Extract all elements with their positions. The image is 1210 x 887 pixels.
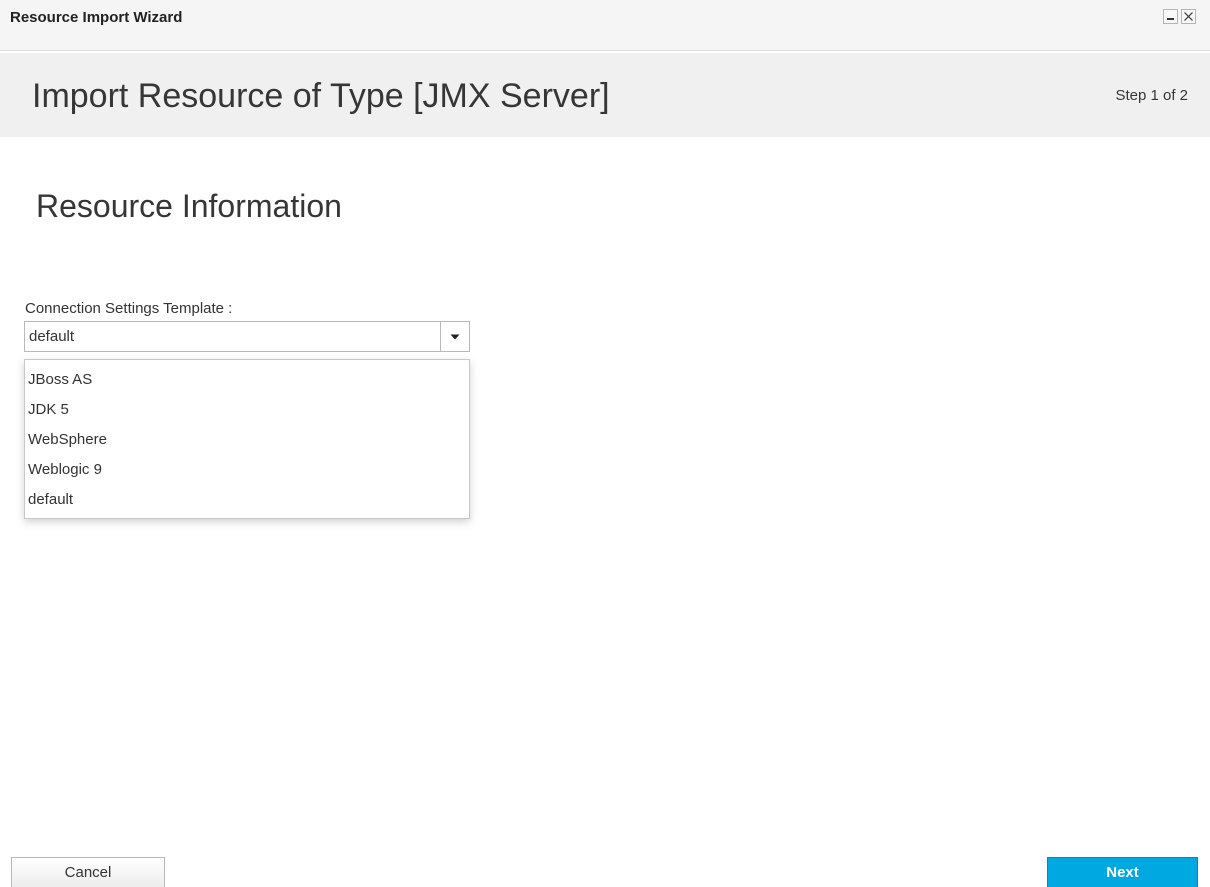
- dropdown-option-jboss-as[interactable]: JBoss AS: [25, 365, 469, 395]
- dropdown-option-weblogic-9[interactable]: Weblogic 9: [25, 455, 469, 485]
- minimize-button[interactable]: [1163, 9, 1178, 24]
- minimize-icon: [1167, 18, 1174, 20]
- close-icon: [1184, 12, 1193, 21]
- step-indicator: Step 1 of 2: [1115, 87, 1188, 104]
- wizard-header: Import Resource of Type [JMX Server] Ste…: [0, 53, 1210, 137]
- caret-down-icon: [450, 334, 460, 339]
- cancel-button[interactable]: Cancel: [11, 857, 165, 887]
- wizard-title: Import Resource of Type [JMX Server]: [32, 77, 610, 115]
- dropdown-option-websphere[interactable]: WebSphere: [25, 425, 469, 455]
- next-button[interactable]: Next: [1047, 857, 1198, 887]
- connection-template-value: default: [29, 328, 75, 345]
- section-title: Resource Information: [36, 188, 342, 224]
- connection-template-select[interactable]: default: [24, 321, 470, 352]
- window-title: Resource Import Wizard: [10, 9, 183, 26]
- close-button[interactable]: [1181, 9, 1196, 24]
- dropdown-option-jdk-5[interactable]: JDK 5: [25, 395, 469, 425]
- connection-template-label: Connection Settings Template :: [25, 300, 233, 317]
- connection-template-dropdown: JBoss AS JDK 5 WebSphere Weblogic 9 defa…: [24, 359, 470, 519]
- window-titlebar: Resource Import Wizard: [0, 0, 1210, 51]
- resource-import-wizard-window: Resource Import Wizard Import Resource o…: [0, 0, 1210, 887]
- dropdown-option-default[interactable]: default: [25, 485, 469, 515]
- dropdown-toggle[interactable]: [440, 322, 469, 351]
